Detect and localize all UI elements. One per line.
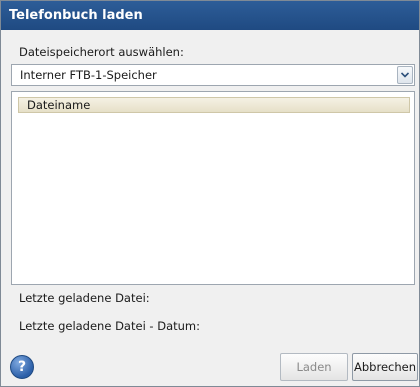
chevron-down-icon[interactable] (397, 66, 413, 84)
location-dropdown[interactable]: Interner FTB-1-Speicher (11, 64, 415, 86)
last-loaded-date-label: Letzte geladene Datei - Datum: (19, 319, 200, 333)
load-phonebook-dialog: Telefonbuch laden Dateispeicherort auswä… (0, 0, 420, 387)
location-selected-value: Interner FTB-1-Speicher (20, 68, 157, 82)
column-header-filename[interactable]: Dateiname (18, 97, 410, 113)
file-list[interactable]: Dateiname (11, 91, 415, 285)
help-button[interactable]: ? (10, 355, 34, 379)
dialog-title: Telefonbuch laden (1, 1, 419, 30)
help-icon: ? (17, 359, 27, 375)
load-button[interactable]: Laden (280, 353, 348, 381)
last-loaded-file-label: Letzte geladene Datei: (19, 291, 150, 305)
location-label: Dateispeicherort auswählen: (19, 45, 184, 59)
cancel-button[interactable]: Abbrechen (352, 353, 418, 381)
